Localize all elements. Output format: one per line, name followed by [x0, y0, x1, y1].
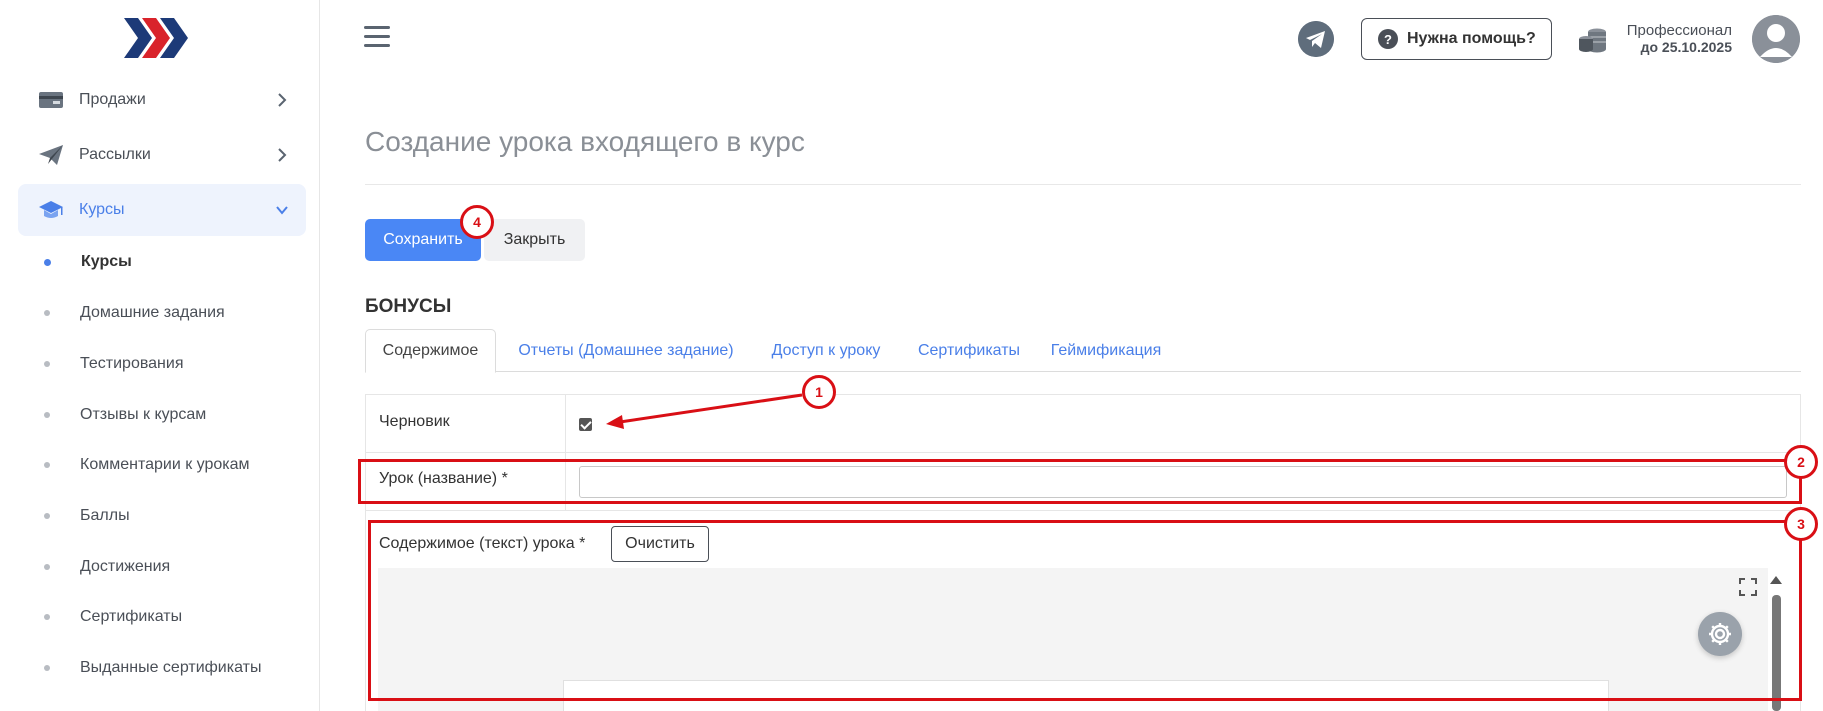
page-title: Создание урока входящего в курс: [365, 126, 805, 157]
tab-certificates[interactable]: Сертификаты: [914, 329, 1024, 372]
telegram-icon[interactable]: [1298, 21, 1334, 57]
plan-expiry: до 25.10.2025: [1640, 39, 1732, 55]
tab-reports[interactable]: Отчеты (Домашнее задание): [511, 329, 741, 372]
coins-icon: [1579, 28, 1606, 53]
logo[interactable]: [122, 16, 192, 60]
tab-access[interactable]: Доступ к уроку: [764, 329, 888, 372]
bullet-icon: [44, 513, 50, 519]
divider: [366, 452, 1802, 453]
avatar[interactable]: [1752, 15, 1800, 63]
annotation-box: [368, 520, 1802, 701]
bullet-icon: [44, 310, 50, 316]
annotation-box: [358, 459, 1802, 504]
divider: [366, 510, 1802, 511]
sidebar-subitem-certificates[interactable]: Сертификаты: [44, 602, 304, 632]
page: Продажи Рассылки Курсы Курсы Домашние за…: [0, 0, 1823, 711]
tab-gamification[interactable]: Геймификация: [1046, 329, 1166, 372]
annotation-badge: 3: [1784, 507, 1818, 541]
bullet-icon: [44, 361, 50, 367]
section-heading: БОНУСЫ: [365, 296, 452, 317]
sidebar-item-courses[interactable]: Курсы: [18, 184, 306, 236]
close-button[interactable]: Закрыть: [484, 219, 585, 261]
sidebar-subitem-label: Баллы: [80, 507, 130, 524]
chevron-right-icon: [278, 93, 287, 107]
sidebar-subitem-label: Отзывы к курсам: [80, 406, 207, 423]
sidebar-subitem-reviews[interactable]: Отзывы к курсам: [44, 400, 304, 430]
tab-bar: Содержимое Отчеты (Домашнее задание) Дос…: [365, 329, 1801, 373]
sidebar-subitem-courses[interactable]: Курсы: [44, 247, 304, 277]
sidebar-subitem-issued-certificates[interactable]: Выданные сертификаты: [44, 653, 304, 683]
sidebar-subitem-label: Сертификаты: [80, 608, 183, 625]
bullet-icon: [44, 462, 50, 468]
bullet-icon: [44, 564, 50, 570]
sidebar-item-mailings[interactable]: Рассылки: [18, 129, 306, 181]
annotation-badge: 2: [1784, 445, 1818, 479]
menu-toggle-icon[interactable]: [364, 26, 390, 50]
help-button-label: Нужна помощь?: [1407, 30, 1536, 47]
sidebar-subitem-label: Домашние задания: [80, 304, 225, 321]
draft-label: Черновик: [379, 413, 450, 430]
sidebar-item-label: Продажи: [79, 91, 146, 108]
sidebar-item-label: Курсы: [79, 201, 125, 218]
sidebar: Продажи Рассылки Курсы Курсы Домашние за…: [0, 0, 320, 711]
draft-checkbox[interactable]: [579, 418, 592, 431]
tab-content[interactable]: Содержимое: [365, 329, 496, 373]
paper-plane-icon: [39, 145, 63, 165]
bullet-icon: [44, 665, 50, 671]
divider: [365, 184, 1801, 185]
annotation-badge: 4: [460, 205, 494, 239]
bullet-icon: [44, 614, 50, 620]
chevron-right-icon: [278, 148, 287, 162]
plan-info: Профессионал до 25.10.2025: [1612, 22, 1732, 56]
bullet-icon: [44, 412, 50, 418]
sidebar-subitem-achievements[interactable]: Достижения: [44, 552, 304, 582]
sidebar-subitem-points[interactable]: Баллы: [44, 501, 304, 531]
sidebar-subitem-label: Курсы: [81, 253, 132, 270]
sidebar-subitem-homework[interactable]: Домашние задания: [44, 298, 304, 328]
chevron-down-icon: [276, 206, 288, 215]
plan-name: Профессионал: [1626, 22, 1732, 39]
sidebar-subitem-label: Достижения: [80, 558, 171, 575]
sidebar-subitem-comments[interactable]: Комментарии к урокам: [44, 450, 304, 480]
bullet-icon: [44, 258, 51, 266]
graduation-cap-icon: [39, 201, 63, 218]
sidebar-subitem-tests[interactable]: Тестирования: [44, 349, 304, 379]
sidebar-subitem-label: Комментарии к урокам: [80, 456, 250, 473]
sidebar-subitem-label: Выданные сертификаты: [80, 659, 262, 676]
help-button[interactable]: ? Нужна помощь?: [1361, 18, 1552, 60]
annotation-badge: 1: [802, 375, 836, 409]
sidebar-item-sales[interactable]: Продажи: [18, 74, 306, 126]
question-icon: ?: [1378, 29, 1398, 49]
wallet-icon: [39, 92, 63, 108]
sidebar-subitem-label: Тестирования: [80, 355, 184, 372]
sidebar-item-label: Рассылки: [79, 146, 151, 163]
